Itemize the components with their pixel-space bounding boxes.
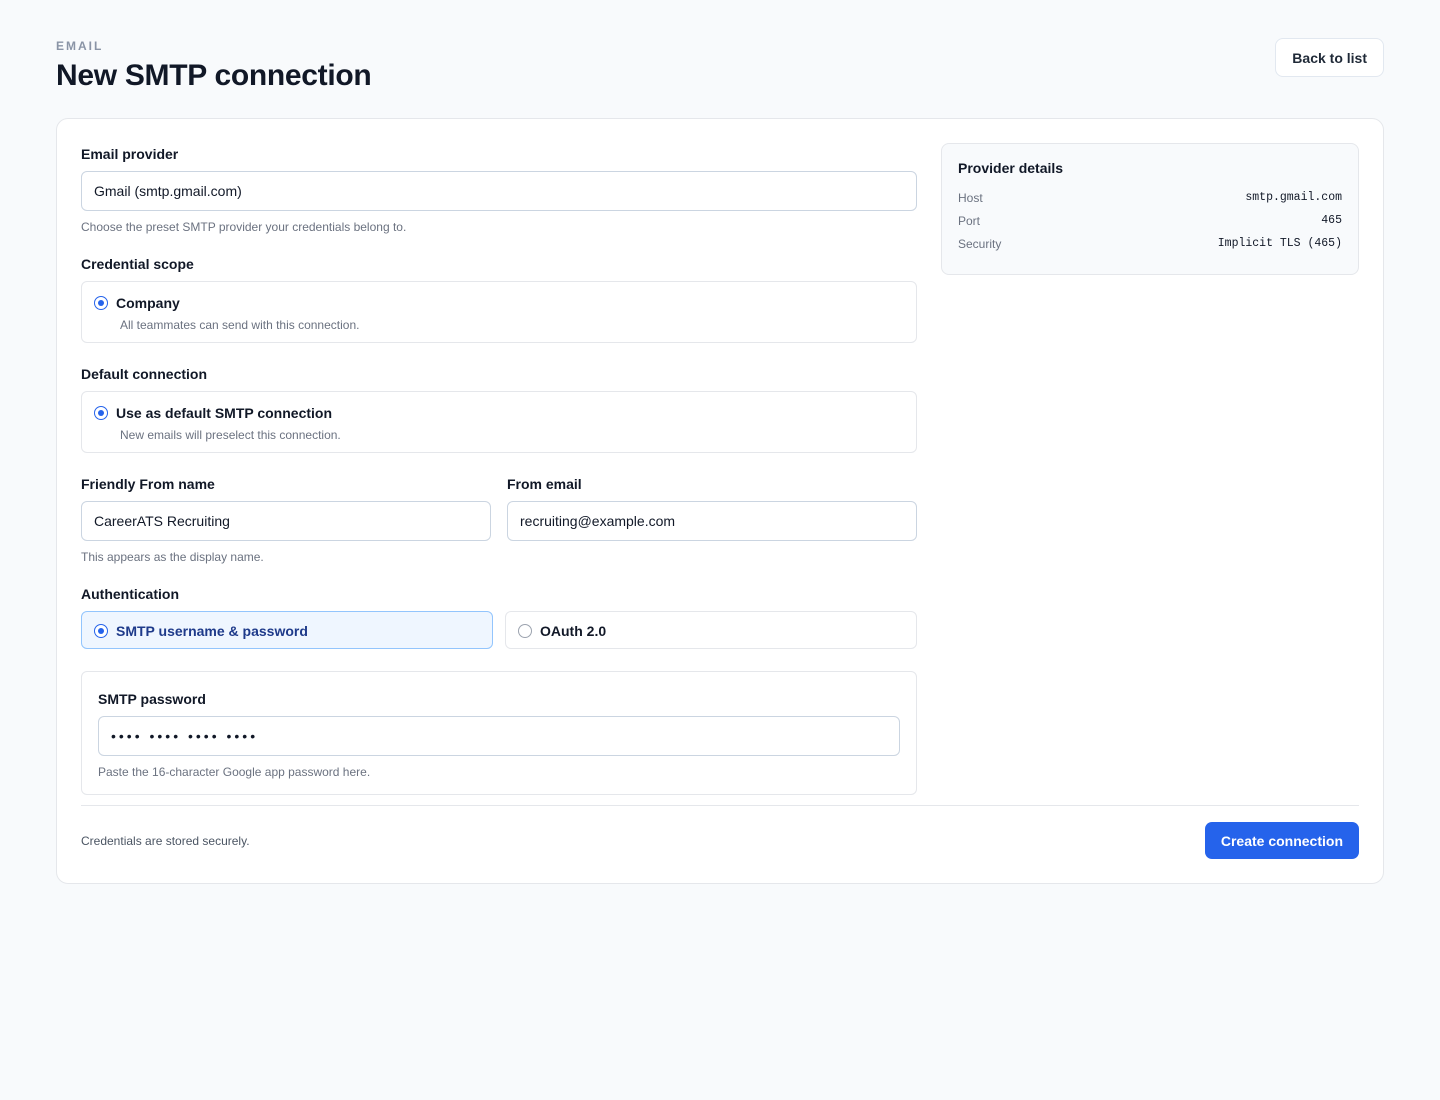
connection-form-card: Email provider Gmail (smtp.gmail.com) Ch… [56,118,1384,884]
footer-divider [81,805,1359,806]
page-title: New SMTP connection [56,59,372,92]
auth-option-password[interactable]: SMTP username & password [81,611,493,649]
provider-detail-row: Security Implicit TLS (465) [958,232,1342,255]
provider-help: Choose the preset SMTP provider your cre… [81,220,407,234]
back-to-list-button[interactable]: Back to list [1275,38,1384,77]
detail-value: Implicit TLS (465) [1217,237,1342,250]
detail-key: Port [958,213,981,228]
from-name-label: Friendly From name [81,476,215,492]
from-name-group: Friendly From name This appears as the d… [81,475,491,565]
page-header: EMAIL New SMTP connection Back to list [56,38,1384,98]
default-connection-option[interactable]: Use as default SMTP connection New email… [81,391,917,453]
detail-key: Security [958,236,1002,251]
section-eyebrow: EMAIL [56,39,104,53]
from-name-input[interactable] [81,501,491,541]
auth-option-label: SMTP username & password [116,623,308,639]
auth-option-oauth[interactable]: OAuth 2.0 [505,611,917,649]
provider-label: Email provider [81,146,179,162]
detail-value: smtp.gmail.com [1245,191,1342,204]
scope-option-company[interactable]: Company All teammates can send with this… [81,281,917,343]
authentication-label: Authentication [81,586,179,602]
scope-option-title: Company [116,295,180,311]
provider-select[interactable]: Gmail (smtp.gmail.com) [81,171,917,211]
from-fields-row: Friendly From name This appears as the d… [81,475,917,565]
from-name-help: This appears as the display name. [81,550,264,564]
detail-value: 465 [1321,214,1342,227]
from-email-input[interactable] [507,501,917,541]
password-section: SMTP password •••• •••• •••• •••• Paste … [81,671,917,795]
from-email-label: From email [507,476,582,492]
password-input[interactable]: •••• •••• •••• •••• [98,716,900,756]
from-email-group: From email [507,475,917,565]
authentication-options: SMTP username & password OAuth 2.0 [81,611,917,649]
password-label: SMTP password [98,691,206,707]
provider-detail-row: Host smtp.gmail.com [958,186,1342,209]
radio-selected-icon[interactable] [94,624,108,638]
radio-unselected-icon[interactable] [518,624,532,638]
radio-selected-icon[interactable] [94,296,108,310]
provider-details-panel: Provider details Host smtp.gmail.com Por… [941,143,1359,275]
auth-option-label: OAuth 2.0 [540,623,607,639]
scope-option-description: All teammates can send with this connect… [120,318,360,332]
security-note: Credentials are stored securely. [81,834,250,848]
default-option-description: New emails will preselect this connectio… [120,428,341,442]
default-option-title: Use as default SMTP connection [116,405,333,421]
default-connection-label: Default connection [81,366,208,382]
provider-detail-row: Port 465 [958,209,1342,232]
password-help: Paste the 16-character Google app passwo… [98,765,371,779]
create-connection-button[interactable]: Create connection [1204,822,1359,859]
scope-label: Credential scope [81,256,194,272]
provider-details-title: Provider details [958,160,1064,176]
detail-key: Host [958,190,983,205]
smtp-form: Email provider Gmail (smtp.gmail.com) Ch… [81,143,917,795]
radio-selected-icon[interactable] [94,406,108,420]
